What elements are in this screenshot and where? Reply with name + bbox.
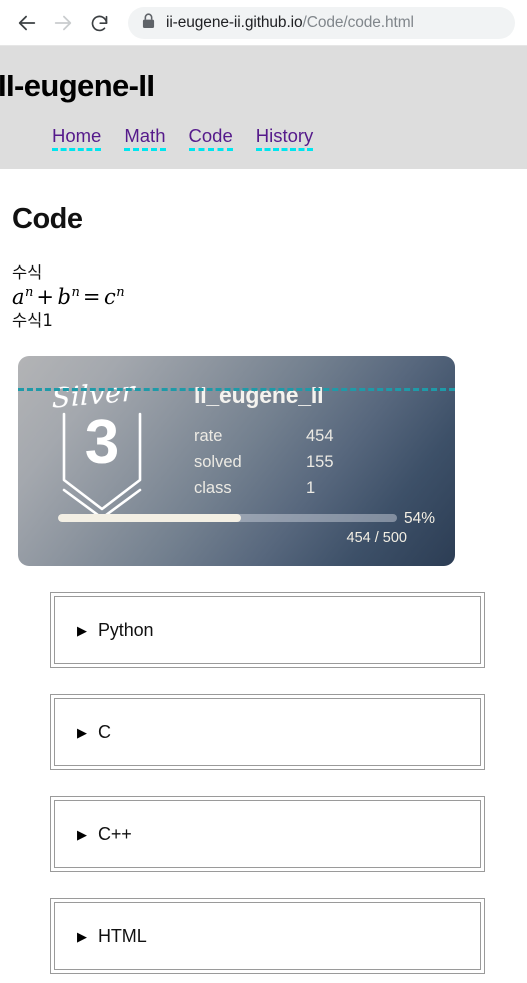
details-label-cpp: C++ [98, 823, 132, 844]
progress-section: 54% 454 / 500 [58, 509, 435, 547]
formula-exp-b: n [71, 284, 80, 300]
chevron-right-icon: ▶ [77, 724, 87, 740]
url-domain: ii-eugene-ii.github.io [166, 14, 303, 32]
stat-label-solved: solved [194, 452, 242, 471]
stat-value-rate: 454 [306, 427, 334, 446]
stat-row-class: class 1 [194, 476, 433, 502]
details-label-python: Python [98, 619, 154, 640]
stat-value-solved: 155 [306, 452, 334, 471]
language-sections: ▶ Python ▶ C ▶ C++ ▶ HTML [12, 592, 515, 975]
site-header: II-eugene-II Home Math Code History [0, 46, 527, 169]
details-html[interactable]: ▶ HTML [50, 898, 485, 975]
url-path: /Code/code.html [302, 14, 414, 32]
stat-label-rate: rate [194, 427, 223, 446]
details-c[interactable]: ▶ C [50, 694, 485, 771]
main-content: Code 수식 an + bn = cn 수식1 Silver 3 II_eug… [0, 202, 527, 975]
lock-icon [142, 13, 155, 34]
back-arrow-icon [16, 12, 38, 34]
tier-number: 3 [84, 408, 120, 478]
nav-link-history[interactable]: History [255, 125, 314, 151]
details-cpp[interactable]: ▶ C++ [50, 796, 485, 873]
stats-table: rate 454 solved 155 class 1 [194, 424, 433, 501]
forward-arrow-icon [52, 12, 74, 34]
details-label-c: C [98, 721, 111, 742]
chevron-right-icon: ▶ [77, 928, 87, 944]
reload-button[interactable] [82, 6, 116, 40]
formula-term-b: b [57, 284, 72, 309]
user-handle: II_eugene_II [194, 382, 324, 409]
stat-row-rate: rate 454 [194, 424, 433, 450]
reload-icon [89, 13, 110, 34]
solved-ac-badge-link[interactable]: Silver 3 II_eugene_II rate 454 solved 15… [18, 356, 455, 567]
nav-link-home[interactable]: Home [52, 125, 102, 151]
progress-ratio-label: 454 / 500 [346, 530, 407, 547]
math-label-top: 수식 [12, 262, 43, 282]
math-label-bottom: 수식1 [12, 311, 53, 331]
chevron-right-icon: ▶ [77, 826, 87, 842]
main-nav: Home Math Code History [0, 125, 527, 151]
chevron-right-icon: ▶ [77, 622, 87, 638]
formula-term-c: c [103, 284, 117, 309]
math-formula: an + bn = cn [12, 284, 515, 310]
formula-operator-plus: + [36, 284, 55, 309]
formula-operator-equals: = [82, 284, 101, 309]
progress-bar-track [58, 514, 397, 523]
forward-button[interactable] [46, 6, 80, 40]
formula-term-a: a [12, 284, 26, 309]
address-bar[interactable]: ii-eugene-ii.github.io/Code/code.html [128, 7, 515, 39]
formula-exp-a: n [25, 284, 34, 300]
url-text: ii-eugene-ii.github.io/Code/code.html [166, 15, 414, 31]
math-section: 수식 an + bn = cn 수식1 [12, 262, 515, 332]
nav-link-math[interactable]: Math [124, 125, 166, 151]
formula-exp-c: n [116, 284, 125, 300]
nav-link-code[interactable]: Code [188, 125, 233, 151]
progress-bar-fill [58, 514, 242, 523]
page-title: Code [12, 202, 83, 235]
stat-label-class: class [194, 478, 232, 497]
progress-percent-label: 54% [403, 509, 435, 527]
details-label-html: HTML [98, 925, 147, 946]
solved-ac-badge-card: Silver 3 II_eugene_II rate 454 solved 15… [18, 356, 455, 567]
details-python[interactable]: ▶ Python [50, 592, 485, 669]
browser-toolbar: ii-eugene-ii.github.io/Code/code.html [0, 0, 527, 46]
stat-value-class: 1 [306, 478, 316, 497]
back-button[interactable] [10, 6, 44, 40]
badge-link-underline [18, 388, 455, 392]
stat-row-solved: solved 155 [194, 450, 433, 476]
site-title: II-eugene-II [0, 68, 155, 103]
